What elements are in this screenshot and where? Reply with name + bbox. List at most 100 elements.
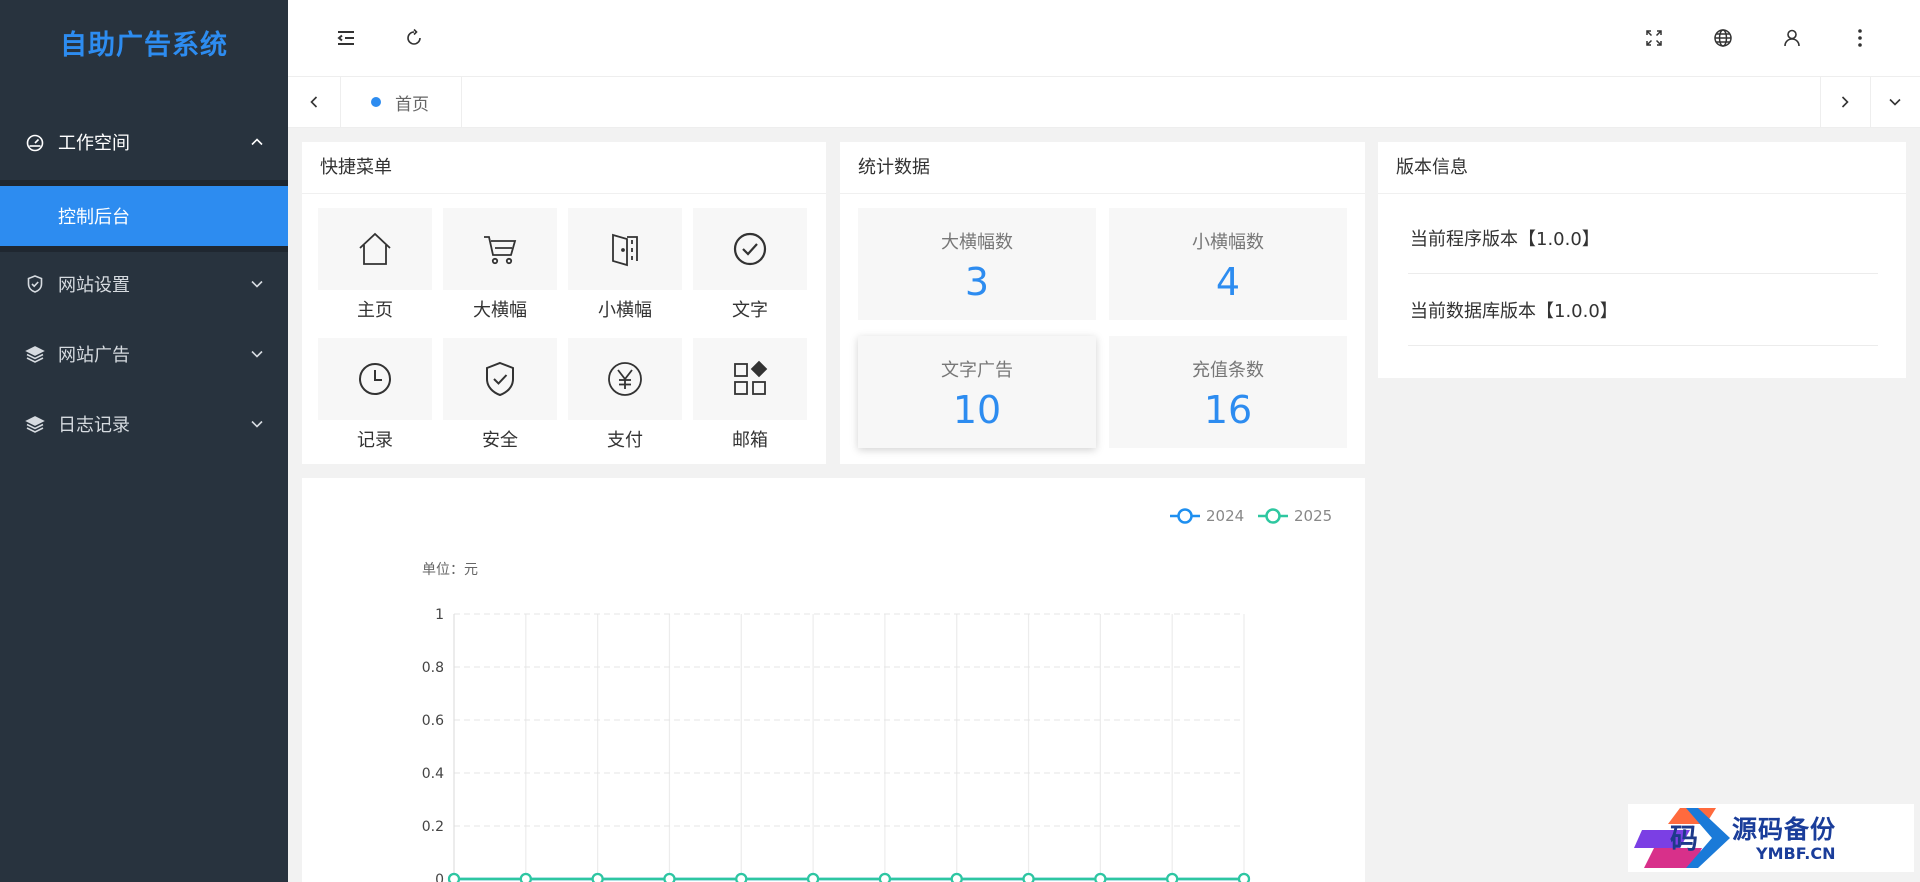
- y-axis-ticks: 0 0.2 0.4 0.6 0.8 1: [422, 607, 444, 882]
- stat-value: 4: [1215, 260, 1241, 304]
- legend-item-2024[interactable]: 2024: [1170, 507, 1244, 525]
- quick-item-label: 主页: [357, 300, 393, 321]
- quick-item-label: 大横幅: [473, 300, 527, 321]
- stat-label: 文字广告: [941, 360, 1013, 381]
- y-tick-label: 0.8: [422, 660, 444, 676]
- cart-icon: [484, 236, 517, 265]
- quick-item-label: 支付: [607, 430, 643, 451]
- quick-item-label: 记录: [357, 430, 393, 451]
- stat-recharge-count[interactable]: 充值条数 16: [1109, 336, 1347, 448]
- tab-home[interactable]: 首页: [340, 77, 462, 127]
- clock-icon: [359, 363, 391, 395]
- refresh-icon[interactable]: [398, 22, 430, 54]
- menu-group-site-ads[interactable]: 网站广告: [0, 328, 288, 380]
- menu-group-label: 日志记录: [58, 415, 130, 436]
- quick-item-label: 小横幅: [598, 300, 652, 321]
- stat-value: 10: [952, 388, 1002, 432]
- legend-item-2025[interactable]: 2025: [1258, 507, 1332, 525]
- program-version-row: 当前程序版本【1.0.0】: [1408, 202, 1878, 274]
- layers-icon: [24, 343, 46, 365]
- quick-item-text[interactable]: [693, 208, 807, 290]
- line-chart-card: 2024 2025 单位：元 0 0.2 0.4 0.6 0.8 1: [302, 478, 1365, 882]
- quick-item-home[interactable]: [318, 208, 432, 290]
- y-tick-label: 0.6: [422, 713, 444, 729]
- menu-group-workspace[interactable]: 工作空间: [0, 116, 288, 168]
- y-tick-label: 0: [435, 872, 444, 882]
- quick-item-payment[interactable]: [568, 338, 682, 420]
- sidebar: 自助广告系统 工作空间 控制后台 网站设置 网站广告 日志记录: [0, 0, 288, 882]
- quick-item-security[interactable]: [443, 338, 557, 420]
- quick-item-records[interactable]: [318, 338, 432, 420]
- data-point-2025[interactable]: [447, 872, 461, 882]
- data-point-2025[interactable]: [663, 872, 676, 882]
- stat-label: 充值条数: [1192, 360, 1264, 381]
- chevron-up-icon: [248, 133, 266, 151]
- data-point-2025[interactable]: [519, 872, 532, 882]
- database-version-row: 当前数据库版本【1.0.0】: [1408, 274, 1878, 346]
- watermark-glyph: 码: [1670, 822, 1698, 855]
- version-info-card: 版本信息 当前程序版本【1.0.0】 当前数据库版本【1.0.0】: [1378, 142, 1906, 378]
- data-point-2025[interactable]: [1237, 872, 1251, 882]
- menu-group-logs[interactable]: 日志记录: [0, 398, 288, 450]
- stat-value: 16: [1203, 388, 1253, 432]
- quick-item-small-banner[interactable]: [568, 208, 682, 290]
- door-icon: [612, 233, 638, 267]
- data-point-2025[interactable]: [806, 872, 820, 882]
- y-tick-label: 0.2: [422, 819, 444, 835]
- tabs-dropdown-button[interactable]: [1870, 77, 1918, 127]
- card-title: 统计数据: [840, 142, 1365, 194]
- menu-group-site-settings[interactable]: 网站设置: [0, 258, 288, 310]
- chart-grid: [453, 613, 1245, 880]
- stat-value: 3: [964, 260, 990, 304]
- apps-icon: [734, 360, 768, 395]
- user-icon[interactable]: [1776, 22, 1808, 54]
- watermark-subtext: YMBF.CN: [1756, 844, 1836, 863]
- chevron-down-icon: [248, 275, 266, 293]
- quick-item-big-banner[interactable]: [443, 208, 557, 290]
- stat-small-banner[interactable]: 小横幅数 4: [1109, 208, 1347, 320]
- active-dot: [371, 97, 381, 107]
- y-axis-unit-label: 单位：元: [422, 562, 478, 578]
- stat-text-ads[interactable]: 文字广告 10: [858, 336, 1096, 448]
- legend-marker-2025: [1265, 508, 1281, 524]
- chevron-down-icon: [248, 415, 266, 433]
- dashboard-icon: [24, 131, 46, 153]
- yen-circle-icon: [608, 362, 642, 396]
- card-title: 版本信息: [1378, 142, 1906, 194]
- tab-label: 首页: [395, 94, 429, 115]
- chevron-down-icon: [248, 345, 266, 363]
- more-vertical-icon[interactable]: [1844, 22, 1876, 54]
- data-point-2025[interactable]: [1166, 872, 1179, 882]
- chart-legend: 2024 2025: [1170, 507, 1332, 525]
- data-point-2025[interactable]: [591, 872, 604, 882]
- sidebar-item-dashboard[interactable]: 控制后台: [0, 186, 288, 246]
- tabs-bar: 首页: [288, 76, 1920, 128]
- top-header: [288, 0, 1920, 76]
- data-point-2025[interactable]: [1094, 872, 1107, 882]
- y-tick-label: 0.4: [422, 766, 444, 782]
- fullscreen-icon[interactable]: [1638, 22, 1670, 54]
- stat-big-banner[interactable]: 大横幅数 3: [858, 208, 1096, 320]
- tabs-scroll-right-button[interactable]: [1820, 77, 1868, 127]
- y-tick-label: 1: [435, 607, 444, 623]
- watermark-text: 源码备份: [1732, 815, 1837, 844]
- tabs-scroll-left-button[interactable]: [290, 77, 338, 127]
- quick-menu-card: 快捷菜单 主页 大横幅 小横幅 文字 记录 安全 支付 邮箱: [302, 142, 826, 464]
- stats-card: 统计数据 大横幅数 3 小横幅数 4 文字广告 10 充值条数 16: [840, 142, 1365, 464]
- line-chart: 2024 2025 单位：元 0 0.2 0.4 0.6 0.8 1: [422, 507, 1332, 882]
- menu-fold-icon[interactable]: [330, 22, 362, 54]
- quick-item-label: 邮箱: [732, 430, 768, 451]
- globe-icon[interactable]: [1707, 22, 1739, 54]
- watermark-logo: 码 源码备份 YMBF.CN: [1628, 804, 1914, 872]
- data-point-2025[interactable]: [1022, 872, 1035, 882]
- data-point-2025[interactable]: [950, 872, 963, 882]
- data-point-2025[interactable]: [878, 872, 892, 882]
- legend-label-2025: 2025: [1294, 507, 1332, 525]
- quick-item-mailbox[interactable]: [693, 338, 807, 420]
- data-point-2025[interactable]: [735, 872, 748, 882]
- menu-group-label: 网站设置: [58, 275, 130, 296]
- quick-item-label: 安全: [482, 430, 518, 451]
- home-icon: [359, 232, 391, 265]
- menu-group-label: 网站广告: [58, 345, 130, 366]
- chart-series: [447, 872, 1251, 882]
